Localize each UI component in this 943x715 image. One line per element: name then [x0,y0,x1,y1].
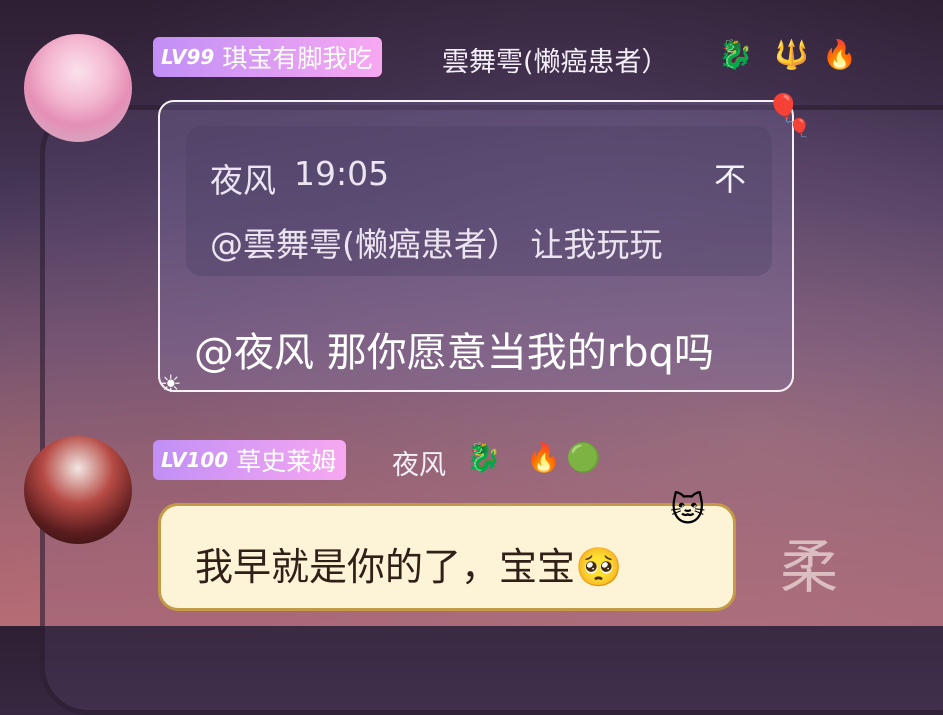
avatar[interactable] [24,34,132,142]
level-label: LV100 [161,448,229,472]
level-badge: LV99 琪宝有脚我吃 [153,37,383,77]
badge-title: 琪宝有脚我吃 [222,44,373,73]
dragon-icon: 🐉 [466,441,501,474]
message-text: 我早就是你的了，宝宝🥺 [195,545,623,589]
level-label: LV99 [161,45,215,69]
sun-icon: ☀ [160,370,182,398]
cat-icon: 🐱 [670,490,706,530]
quote-tag: 不 [713,160,746,198]
quote-time: 19:05 [294,154,390,193]
fire-icon: 🔥 [822,38,857,71]
reply-quote[interactable]: 夜风 19:05 不 @雲舞雩(懒癌患者） 让我玩玩 [186,126,772,276]
quote-text: @雲舞雩(懒癌患者） 让我玩玩 [210,225,663,264]
level-badge: LV100 草史莱姆 [153,440,347,480]
fire-icon: 🔥 [526,441,561,474]
message-bubble[interactable]: 🎈 🎈 夜风 19:05 不 @雲舞雩(懒癌患者） 让我玩玩 @夜风 那你愿意当… [158,92,810,398]
badge-title: 草史莱姆 [236,447,337,476]
sender-name[interactable]: 夜风 [392,443,446,482]
message-bubble[interactable]: 我早就是你的了，宝宝🥺 [158,503,736,611]
quote-sender: 夜风 [210,161,276,200]
balloon-icon: 🎈 [788,118,811,139]
slime-icon: 🟢 [566,441,601,474]
dragon-icon: 🐉 [718,38,753,71]
avatar[interactable] [24,436,132,544]
sender-name[interactable]: 雲舞雩(懒癌患者） [442,40,669,79]
background-text: 柔 [780,533,839,601]
crest-icon: 🔱 [774,38,809,71]
message-text: @夜风 那你愿意当我的rbq吗 [194,330,714,376]
